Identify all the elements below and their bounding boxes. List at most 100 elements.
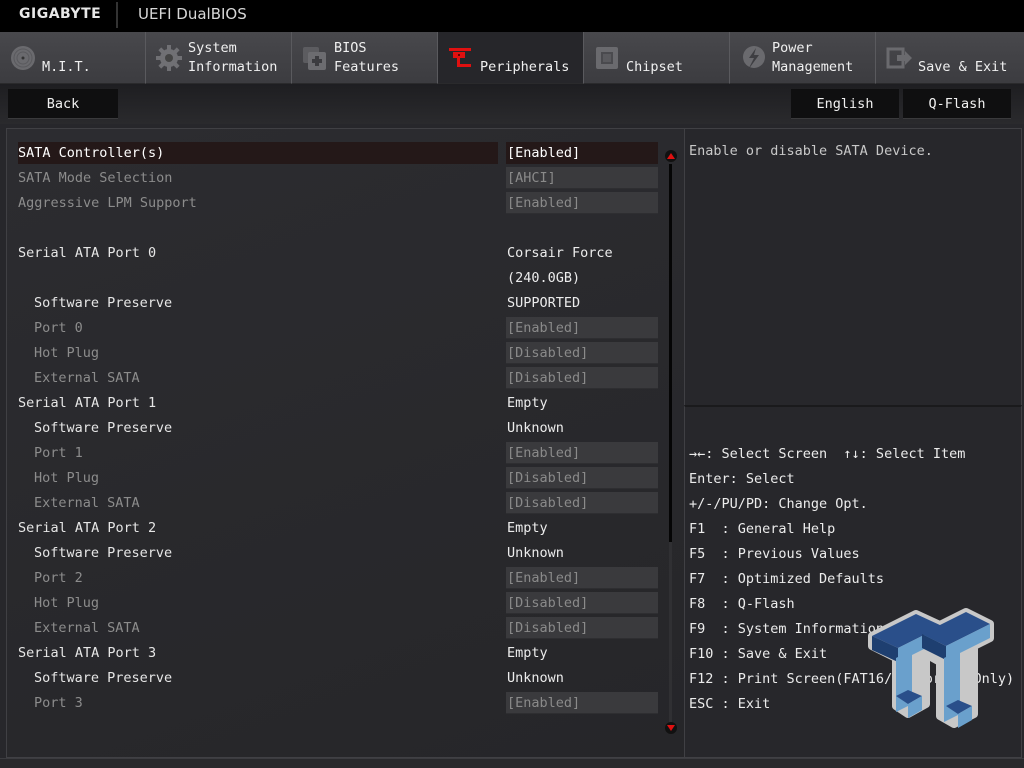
tab-mit[interactable]: M.I.T.	[0, 32, 146, 84]
setting-value[interactable]: [Disabled]	[506, 467, 658, 489]
help-description: Enable or disable SATA Device.	[689, 143, 933, 159]
connector-icon	[446, 43, 476, 73]
tab-label: M.I.T.	[42, 59, 91, 75]
brand-divider	[116, 2, 118, 28]
setting-value[interactable]: [AHCI]	[506, 167, 658, 189]
setting-name: External SATA	[34, 370, 140, 386]
tab-label: Chipset	[626, 59, 683, 75]
top-bar: GIGABYTE UEFI DualBIOS	[0, 0, 1024, 32]
setting-value[interactable]: [Enabled]	[506, 142, 658, 164]
setting-name: SATA Mode Selection	[18, 170, 173, 186]
arrow-down-icon	[667, 725, 675, 731]
main-tabs: M.I.T. System Information BIOS Features …	[0, 32, 1024, 84]
brand-logo: GIGABYTE	[19, 6, 102, 22]
qflash-button[interactable]: Q-Flash	[903, 89, 1011, 119]
setting-value[interactable]: [Enabled]	[506, 317, 658, 339]
setting-value: Empty	[507, 645, 548, 661]
back-button[interactable]: Back	[8, 89, 118, 119]
setting-value[interactable]: [Enabled]	[506, 442, 658, 464]
key-hint: F1 : General Help	[689, 521, 836, 537]
tab-label: Power Management	[772, 40, 854, 75]
setting-name: Software Preserve	[34, 420, 173, 436]
setting-name: Port 1	[34, 445, 83, 461]
setting-name: Serial ATA Port 1	[18, 395, 157, 411]
tab-save-exit[interactable]: Save & Exit	[876, 32, 1024, 84]
setting-row: Software Preserve Unknown	[18, 542, 658, 564]
tab-label: Peripherals	[480, 59, 570, 75]
chipset-icon	[592, 43, 622, 73]
setting-row[interactable]: Hot Plug [Disabled]	[18, 592, 658, 614]
setting-name: Serial ATA Port 0	[18, 245, 157, 261]
setting-value[interactable]: [Disabled]	[506, 592, 658, 614]
setting-row[interactable]: Aggressive LPM Support [Enabled]	[18, 192, 658, 214]
setting-row[interactable]: Hot Plug [Disabled]	[18, 342, 658, 364]
scrollbar[interactable]	[664, 150, 678, 740]
arrow-up-icon	[667, 153, 675, 159]
chip-plus-icon	[300, 43, 330, 73]
tab-chipset[interactable]: Chipset	[584, 32, 730, 84]
setting-value[interactable]: [Enabled]	[506, 692, 658, 714]
exit-arrow-icon	[884, 43, 914, 73]
tab-bios-features[interactable]: BIOS Features	[292, 32, 438, 84]
setting-name: Hot Plug	[34, 470, 100, 486]
setting-row[interactable]: SATA Mode Selection [AHCI]	[18, 167, 658, 189]
setting-row[interactable]: SATA Controller(s) [Enabled]	[18, 142, 658, 164]
setting-name: Software Preserve	[34, 670, 173, 686]
tab-label: System Information	[188, 40, 278, 75]
setting-value: Unknown	[507, 545, 564, 561]
setting-name: Software Preserve	[34, 545, 173, 561]
setting-value[interactable]: [Disabled]	[506, 367, 658, 389]
key-hint: F5 : Previous Values	[689, 546, 860, 562]
tab-label: BIOS Features	[334, 40, 400, 75]
setting-value[interactable]: [Enabled]	[506, 192, 658, 214]
setting-name: Port 3	[34, 695, 83, 711]
setting-row: Serial ATA Port 0 Corsair Force	[18, 242, 658, 264]
product-title: UEFI DualBIOS	[138, 5, 247, 23]
help-panel: Enable or disable SATA Device.	[684, 128, 1022, 406]
setting-row: Software Preserve Unknown	[18, 667, 658, 689]
setting-row: Software Preserve SUPPORTED	[18, 292, 658, 314]
key-hint: ESC : Exit	[689, 696, 771, 712]
setting-value: Unknown	[507, 670, 564, 686]
key-hint: F8 : Q-Flash	[689, 596, 795, 612]
key-hint: Enter: Select	[689, 471, 795, 487]
setting-value: SUPPORTED	[507, 295, 581, 311]
key-hint: F10 : Save & Exit	[689, 646, 828, 662]
tab-peripherals[interactable]: Peripherals	[438, 32, 584, 84]
setting-row[interactable]: Port 1 [Enabled]	[18, 442, 658, 464]
language-button[interactable]: English	[791, 89, 899, 119]
setting-value[interactable]: [Disabled]	[506, 617, 658, 639]
setting-value[interactable]: [Enabled]	[506, 567, 658, 589]
setting-row: Serial ATA Port 2 Empty	[18, 517, 658, 539]
setting-row[interactable]: Port 0 [Enabled]	[18, 317, 658, 339]
tab-system-information[interactable]: System Information	[146, 32, 292, 84]
setting-name: SATA Controller(s)	[18, 142, 498, 164]
setting-row[interactable]: Port 3 [Enabled]	[18, 692, 658, 714]
setting-row[interactable]: External SATA [Disabled]	[18, 367, 658, 389]
setting-row: (240.0GB)	[18, 267, 658, 289]
tab-label: Save & Exit	[918, 59, 1008, 75]
key-hint: →←: Select Screen ↑↓: Select Item	[689, 446, 966, 462]
tab-power-management[interactable]: Power Management	[730, 32, 876, 84]
key-hint: F7 : Optimized Defaults	[689, 571, 885, 587]
setting-row[interactable]: External SATA [Disabled]	[18, 617, 658, 639]
setting-row[interactable]: Port 2 [Enabled]	[18, 567, 658, 589]
setting-row[interactable]: External SATA [Disabled]	[18, 492, 658, 514]
setting-row[interactable]: Hot Plug [Disabled]	[18, 467, 658, 489]
setting-name: Port 0	[34, 320, 83, 336]
setting-name: Serial ATA Port 3	[18, 645, 157, 661]
setting-value: (240.0GB)	[507, 270, 581, 286]
setting-name: External SATA	[34, 495, 140, 511]
setting-value[interactable]: [Disabled]	[506, 342, 658, 364]
setting-row: Serial ATA Port 3 Empty	[18, 642, 658, 664]
key-hint: F9 : System Information	[689, 621, 885, 637]
scroll-down-button[interactable]	[665, 722, 677, 734]
setting-name: Port 2	[34, 570, 83, 586]
setting-row: Serial ATA Port 1 Empty	[18, 392, 658, 414]
setting-value: Unknown	[507, 420, 564, 436]
setting-value[interactable]: [Disabled]	[506, 492, 658, 514]
bottom-border	[0, 758, 1024, 768]
scrollbar-thumb[interactable]	[669, 164, 672, 542]
scroll-up-button[interactable]	[665, 150, 677, 162]
setting-row: Software Preserve Unknown	[18, 417, 658, 439]
